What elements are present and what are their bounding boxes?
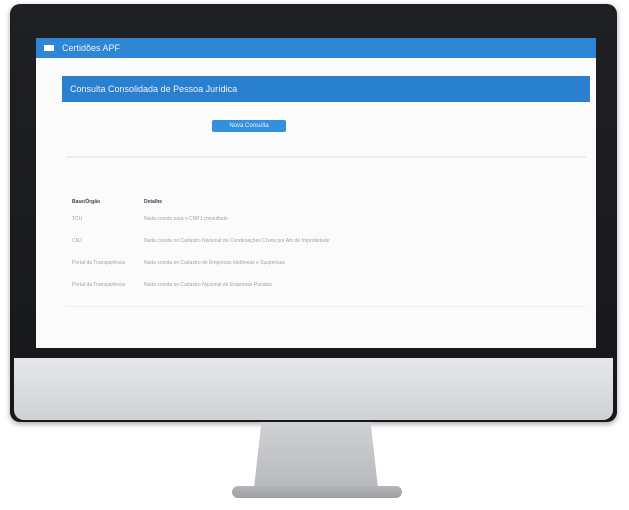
table-row: CNJ Nada consta no Cadastro Nacional de … [72,230,572,252]
cell-base: TCU [72,216,83,222]
results-table: Base/Órgão Detalhe TCU Nada consta para … [72,196,572,296]
cell-base: Portal da Transparência [72,282,126,288]
divider [66,156,586,158]
table-header: Base/Órgão Detalhe [72,196,572,208]
table-row: TCU Nada consta para o CNPJ consultado [72,208,572,230]
column-header-base: Base/Órgão [72,199,101,205]
cell-detalhe: Nada consta no Cadastro Nacional de Cond… [144,238,330,244]
monitor-base [232,486,402,498]
cell-detalhe: Nada consta para o CNPJ consultado [144,216,228,222]
app-top-bar: Certidões APF [36,38,596,58]
app-title[interactable]: Certidões APF [62,43,120,53]
monitor-screen: Certidões APF Consulta Consolidada de Pe… [36,38,596,348]
monitor-chin [14,358,613,420]
cell-detalhe: Nada consta no Cadastro de Empresas Inid… [144,260,285,266]
section-header: Consulta Consolidada de Pessoa Jurídica [62,76,590,102]
table-row: Portal da Transparência Nada consta no C… [72,252,572,274]
column-header-detalhe: Detalhe [144,199,163,205]
cell-base: CNJ [72,238,82,244]
section-title: Consulta Consolidada de Pessoa Jurídica [70,84,238,94]
cell-base: Portal da Transparência [72,260,126,266]
divider [66,306,586,307]
cell-detalhe: Nada consta no Cadastro Nacional de Empr… [144,282,272,288]
table-row: Portal da Transparência Nada consta no C… [72,274,572,296]
app-logo-icon[interactable] [42,43,56,53]
monitor-stand [254,422,378,488]
new-query-button[interactable]: Nova Consulta [212,120,286,132]
